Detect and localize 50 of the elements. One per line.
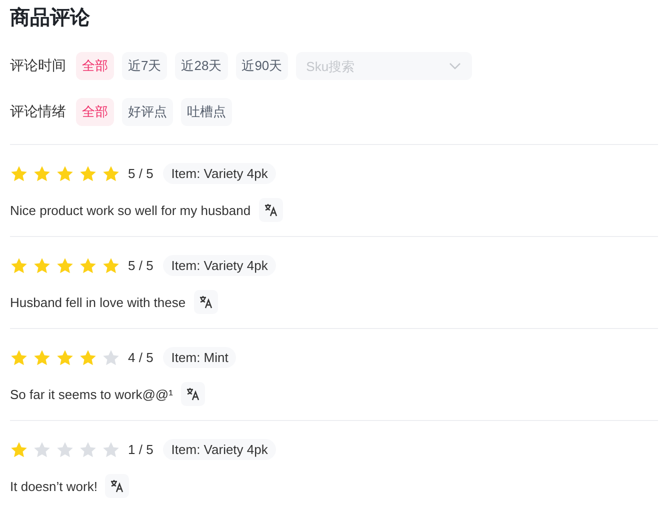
review-text: So far it seems to work@@¹ xyxy=(10,386,173,402)
star-icon xyxy=(56,256,74,274)
item-tag: Item: Mint xyxy=(163,347,236,368)
filter-label: 评论时间 xyxy=(10,57,66,75)
filter-chip[interactable]: 吐槽点 xyxy=(181,98,232,126)
star-icon xyxy=(10,348,28,366)
star-icon xyxy=(102,348,120,366)
page-title: 商品评论 xyxy=(10,6,91,31)
translate-button[interactable] xyxy=(194,290,218,314)
filter-chip[interactable]: 全部 xyxy=(76,52,114,80)
star-icon xyxy=(102,164,120,182)
star-icon xyxy=(56,440,74,458)
star-icon xyxy=(79,164,97,182)
star-icon xyxy=(33,348,51,366)
translate-icon xyxy=(110,479,124,493)
rating-score: 4 / 5 xyxy=(128,350,154,365)
star-icon xyxy=(33,256,51,274)
star-icon xyxy=(10,164,28,182)
review-text: It doesn’t work! xyxy=(10,478,98,494)
translate-icon xyxy=(264,203,278,217)
translate-icon xyxy=(198,295,213,309)
star-icon xyxy=(102,440,120,458)
review-text: Husband fell in love with these xyxy=(10,294,186,310)
filter-chip[interactable]: 近7天 xyxy=(122,52,168,80)
filter-chip[interactable]: 近28天 xyxy=(175,52,228,80)
star-icon xyxy=(102,256,120,274)
filter-chip[interactable]: 近90天 xyxy=(236,52,288,80)
star-icon xyxy=(79,440,97,458)
translate-button[interactable] xyxy=(105,474,130,498)
filter-chip[interactable]: 好评点 xyxy=(122,98,173,126)
star-icon xyxy=(56,348,74,366)
rating-score: 1 / 5 xyxy=(128,442,154,457)
star-icon xyxy=(79,348,97,366)
item-tag: Item: Variety 4pk xyxy=(163,255,276,276)
star-icon xyxy=(10,440,28,458)
star-icon xyxy=(33,440,51,458)
filter-chip[interactable]: 全部 xyxy=(76,98,114,126)
translate-icon xyxy=(186,387,200,401)
filter-label: 评论情绪 xyxy=(10,103,66,121)
item-tag: Item: Variety 4pk xyxy=(163,163,276,184)
translate-button[interactable] xyxy=(180,382,205,406)
star-icon xyxy=(33,164,51,182)
star-icon xyxy=(79,256,97,274)
rating-score: 5 / 5 xyxy=(128,166,154,181)
star-icon xyxy=(56,164,74,182)
star-icon xyxy=(10,256,28,274)
translate-button[interactable] xyxy=(258,198,283,222)
item-tag: Item: Variety 4pk xyxy=(163,439,276,460)
review-text: Nice product work so well for my husband xyxy=(10,202,251,218)
rating-score: 5 / 5 xyxy=(128,258,154,273)
